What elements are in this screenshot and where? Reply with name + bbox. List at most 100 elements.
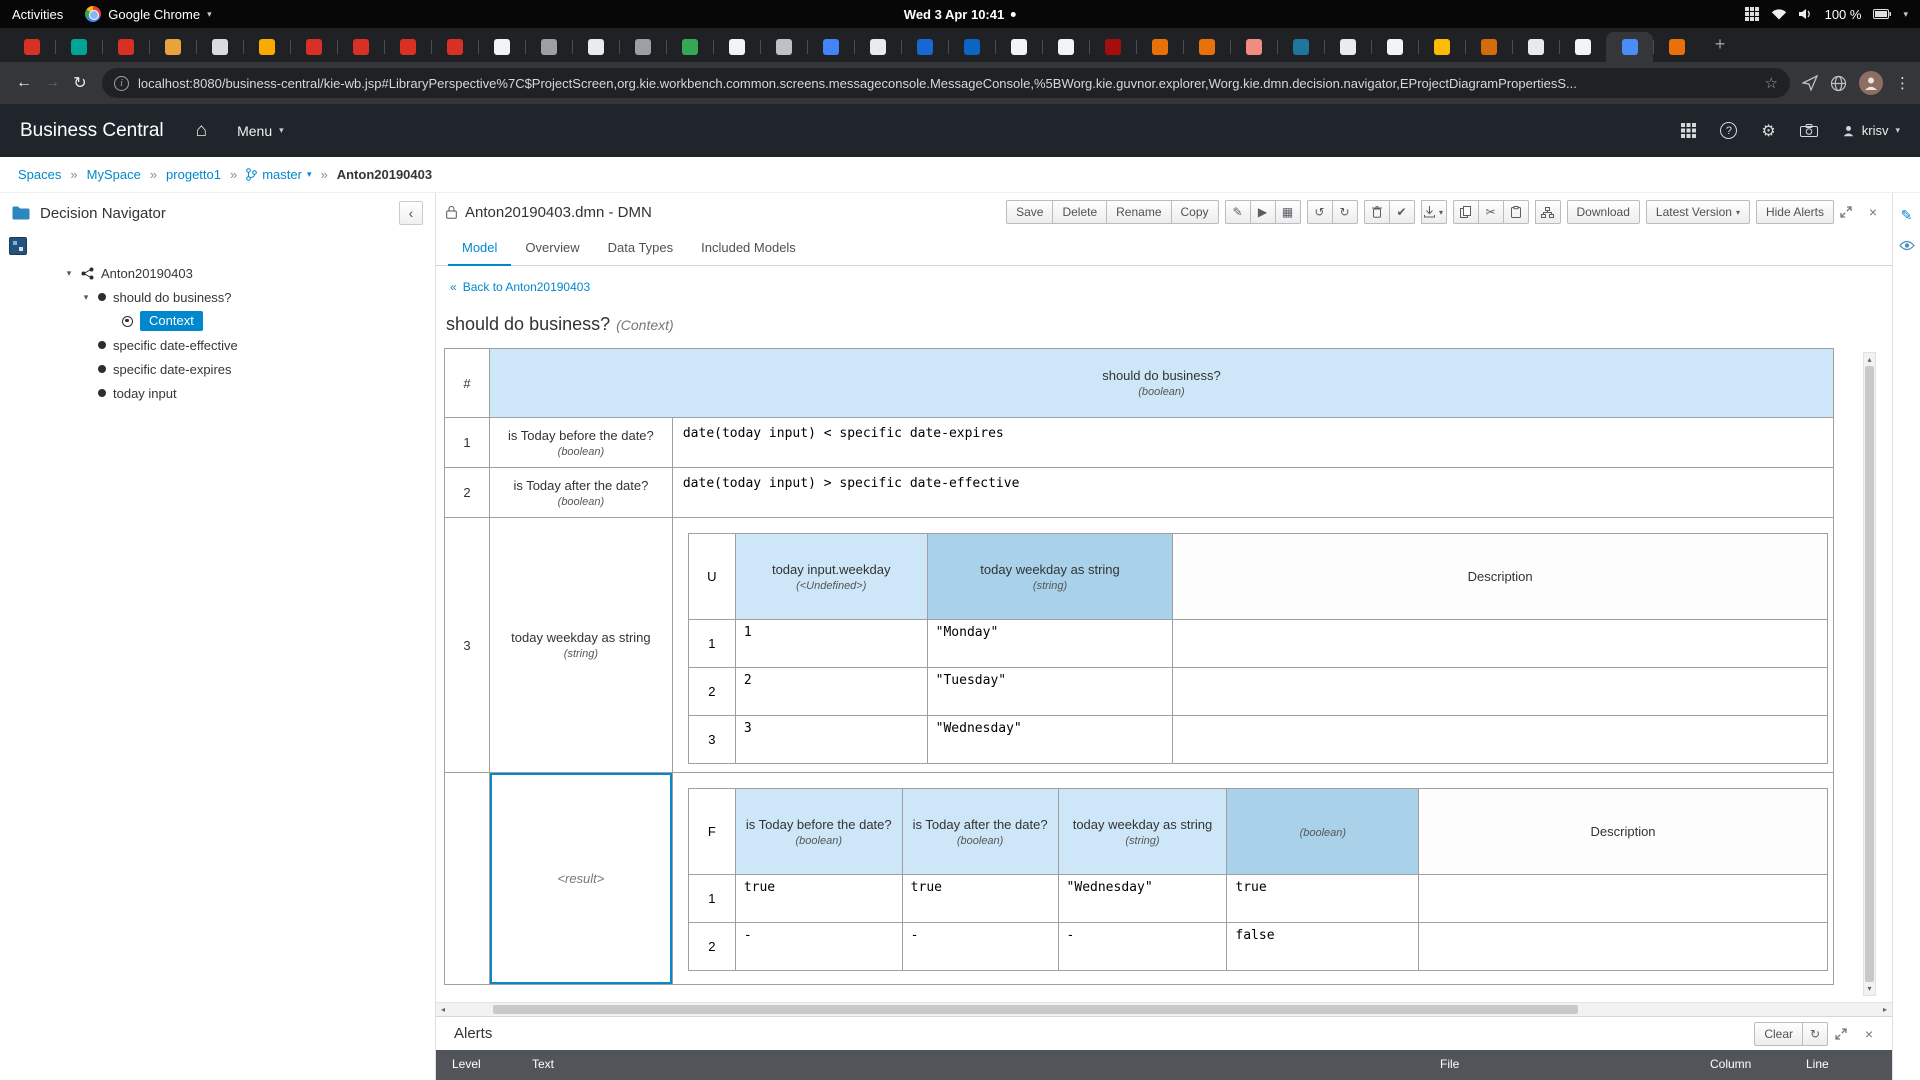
trash-icon[interactable] [1364, 200, 1390, 224]
tree-item-context[interactable]: Context [0, 309, 435, 333]
tree-item-date-effective[interactable]: specific date-effective [0, 333, 435, 357]
horizontal-scrollbar[interactable]: ◂ ▸ [436, 1002, 1892, 1016]
address-bar[interactable]: i localhost:8080/business-central/kie-wb… [102, 68, 1790, 98]
column-text[interactable]: Text [532, 1057, 1440, 1071]
browser-tab[interactable] [149, 32, 196, 62]
rule-input-cell[interactable]: true [903, 875, 1059, 923]
browser-tab[interactable] [8, 32, 55, 62]
breadcrumb-project[interactable]: progetto1 [166, 167, 221, 182]
rule-output-cell[interactable]: false [1227, 923, 1419, 971]
user-menu[interactable]: krisv ▾ [1842, 123, 1900, 138]
description-column-header[interactable]: Description [1419, 789, 1828, 875]
sitemap-icon[interactable] [1535, 200, 1561, 224]
save-button[interactable]: Save [1006, 200, 1053, 224]
browser-tab[interactable] [666, 32, 713, 62]
browser-tab[interactable] [243, 32, 290, 62]
eye-icon[interactable] [1899, 240, 1915, 251]
battery-icon[interactable] [1873, 9, 1891, 19]
browser-tab[interactable] [102, 32, 149, 62]
result-cell[interactable]: <result> [490, 773, 673, 985]
avatar[interactable] [1859, 71, 1883, 95]
rule-input-cell[interactable]: 2 [736, 668, 928, 716]
grid-icon[interactable]: ▦ [1275, 200, 1301, 224]
rule-description-cell[interactable] [1173, 716, 1827, 764]
browser-tab[interactable] [1371, 32, 1418, 62]
site-info-icon[interactable]: i [114, 76, 129, 91]
browser-tab[interactable] [995, 32, 1042, 62]
edit-icon[interactable]: ✎ [1225, 200, 1251, 224]
app-menu[interactable]: Google Chrome ▾ [85, 6, 211, 22]
browser-tab[interactable] [431, 32, 478, 62]
scroll-down-icon[interactable]: ▾ [1864, 982, 1875, 995]
browser-tab[interactable] [1324, 32, 1371, 62]
breadcrumb-myspace[interactable]: MySpace [87, 167, 141, 182]
apps-grid-icon[interactable] [1681, 123, 1696, 138]
activities-button[interactable]: Activities [12, 7, 63, 22]
tab-overview[interactable]: Overview [511, 231, 593, 266]
undo-icon[interactable]: ↺ [1307, 200, 1333, 224]
hit-policy-cell[interactable]: U [689, 534, 736, 620]
browser-tab[interactable] [290, 32, 337, 62]
browser-tab[interactable] [1606, 32, 1653, 62]
browser-tab[interactable] [901, 32, 948, 62]
browser-tab[interactable] [1136, 32, 1183, 62]
hit-policy-cell[interactable]: F [689, 789, 736, 875]
browser-tab[interactable] [384, 32, 431, 62]
browser-tab[interactable] [948, 32, 995, 62]
download-button[interactable]: Download [1567, 200, 1640, 224]
validate-icon[interactable]: ✔ [1389, 200, 1415, 224]
play-icon[interactable]: ▶ [1250, 200, 1276, 224]
redo-icon[interactable]: ↻ [1332, 200, 1358, 224]
entry-expression-cell[interactable]: date(today input) < specific date-expire… [673, 418, 1834, 468]
browser-tab[interactable] [572, 32, 619, 62]
back-link[interactable]: « Back to Anton20190403 [450, 280, 590, 294]
new-tab-button[interactable]: + [1706, 31, 1734, 59]
rule-input-cell[interactable]: - [1059, 923, 1228, 971]
rule-description-cell[interactable] [1173, 668, 1827, 716]
back-button[interactable]: ← [10, 69, 38, 97]
tree-item-today-input[interactable]: today input [0, 381, 435, 405]
browser-tab[interactable] [55, 32, 102, 62]
breadcrumb-spaces[interactable]: Spaces [18, 167, 61, 182]
rule-input-cell[interactable]: true [736, 875, 903, 923]
copy-doc-icon[interactable] [1453, 200, 1479, 224]
brand-title[interactable]: Business Central [20, 120, 164, 142]
browser-tab[interactable] [1418, 32, 1465, 62]
input-column-header[interactable]: is Today before the date? (boolean) [736, 789, 903, 875]
close-icon[interactable]: × [1860, 1026, 1878, 1042]
browser-tab[interactable] [1512, 32, 1559, 62]
browser-tab[interactable] [760, 32, 807, 62]
properties-pencil-icon[interactable]: ✎ [1901, 207, 1913, 224]
rule-output-cell[interactable]: "Monday" [928, 620, 1174, 668]
paste-icon[interactable] [1503, 200, 1529, 224]
rule-output-cell[interactable]: "Wednesday" [928, 716, 1174, 764]
help-icon[interactable]: ? [1720, 122, 1737, 139]
browser-tab[interactable] [337, 32, 384, 62]
browser-tab[interactable] [1089, 32, 1136, 62]
url-text[interactable]: localhost:8080/business-central/kie-wb.j… [138, 76, 1756, 91]
browser-tab[interactable] [1277, 32, 1324, 62]
browser-tab[interactable] [713, 32, 760, 62]
scrollbar-thumb[interactable] [1865, 366, 1874, 982]
vertical-scrollbar[interactable]: ▴ ▾ [1863, 352, 1876, 996]
scrollbar-track[interactable] [450, 1003, 1878, 1016]
rule-input-cell[interactable]: "Wednesday" [1059, 875, 1228, 923]
browser-tab[interactable] [1559, 32, 1606, 62]
globe-icon[interactable] [1830, 75, 1847, 92]
rule-description-cell[interactable] [1173, 620, 1827, 668]
scroll-right-icon[interactable]: ▸ [1878, 1005, 1892, 1014]
rule-input-cell[interactable]: 1 [736, 620, 928, 668]
chevron-down-icon[interactable]: ▾ [1903, 9, 1908, 20]
branch-selector[interactable]: master ▾ [246, 167, 311, 182]
description-column-header[interactable]: Description [1173, 534, 1827, 620]
entry-expression-cell[interactable]: date(today input) > specific date-effect… [673, 468, 1834, 518]
rule-output-cell[interactable]: true [1227, 875, 1419, 923]
tree-item-decision[interactable]: ▾ should do business? [0, 285, 435, 309]
rule-description-cell[interactable] [1419, 923, 1828, 971]
browser-tab[interactable] [1230, 32, 1277, 62]
browser-tab[interactable] [619, 32, 666, 62]
rule-output-cell[interactable]: "Tuesday" [928, 668, 1174, 716]
tab-included-models[interactable]: Included Models [687, 231, 810, 266]
forward-button[interactable]: → [38, 69, 66, 97]
input-column-header[interactable]: today input.weekday (<Undefined>) [736, 534, 928, 620]
